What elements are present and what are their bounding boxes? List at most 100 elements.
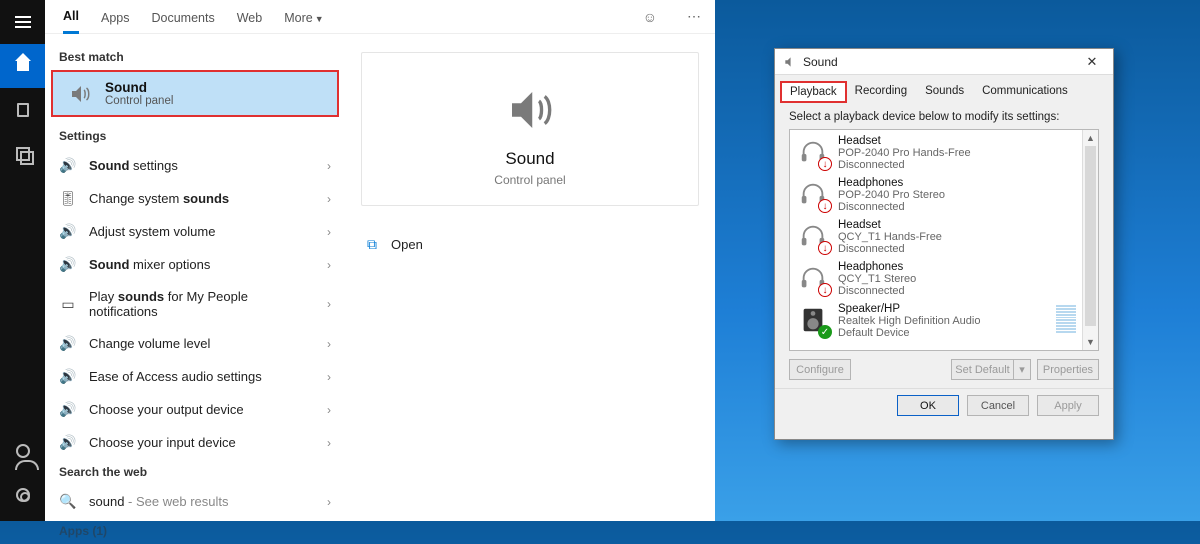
- setting-label: Change system sounds: [89, 191, 315, 206]
- setting-label: Choose your output device: [89, 402, 315, 417]
- scroll-down-icon[interactable]: ▼: [1083, 334, 1098, 350]
- tab-communications[interactable]: Communications: [973, 81, 1077, 101]
- preview-subtitle: Control panel: [372, 173, 688, 187]
- tab-playback[interactable]: Playback: [781, 82, 846, 102]
- chevron-right-icon: ›: [327, 159, 331, 173]
- best-match-result[interactable]: Sound Control panel: [51, 70, 339, 117]
- search-web-header: Search the web: [45, 459, 345, 485]
- result-preview: Sound Control panel ⧉ Open: [345, 34, 715, 544]
- down-arrow-icon: ↓: [818, 157, 832, 171]
- device-status: Disconnected: [838, 285, 916, 297]
- device-row[interactable]: ↓ Headphones QCY_T1 Stereo Disconnected: [792, 258, 1080, 300]
- open-icon: ⧉: [367, 236, 377, 253]
- settings-item[interactable]: 🔊 Choose your input device ›: [45, 426, 345, 459]
- sound-dialog: Sound ✕ Playback Recording Sounds Commun…: [774, 48, 1114, 440]
- settings-item[interactable]: 🔊 Change volume level ›: [45, 327, 345, 360]
- playback-device-list[interactable]: ↓ Headset POP-2040 Pro Hands-Free Discon…: [789, 129, 1099, 351]
- device-row[interactable]: ↓ Headset POP-2040 Pro Hands-Free Discon…: [792, 132, 1080, 174]
- search-icon: 🔍: [59, 493, 77, 510]
- chevron-right-icon: ›: [327, 495, 331, 509]
- device-row[interactable]: ↓ Headphones POP-2040 Pro Stereo Disconn…: [792, 174, 1080, 216]
- tab-documents[interactable]: Documents: [151, 1, 214, 33]
- home-icon[interactable]: [0, 44, 45, 88]
- open-action[interactable]: ⧉ Open: [361, 226, 699, 263]
- speaker-icon: [67, 81, 93, 107]
- level-meter: [1056, 303, 1076, 335]
- down-arrow-icon: ↓: [818, 283, 832, 297]
- settings-item[interactable]: 🎚 Change system sounds ›: [45, 182, 345, 215]
- apps-overlap-icon[interactable]: [0, 132, 45, 176]
- preview-card: Sound Control panel: [361, 52, 699, 206]
- settings-item[interactable]: ▭ Play sounds for My People notification…: [45, 281, 345, 327]
- more-options-icon[interactable]: ⋯: [683, 4, 705, 29]
- setting-icon: 🔊: [59, 401, 77, 418]
- settings-item[interactable]: 🔊 Choose your output device ›: [45, 393, 345, 426]
- settings-item[interactable]: 🔊 Adjust system volume ›: [45, 215, 345, 248]
- headset-icon: ↓: [796, 261, 830, 295]
- device-row[interactable]: ✓ Speaker/HP Realtek High Definition Aud…: [792, 300, 1080, 342]
- device-name: Headphones: [838, 261, 916, 273]
- speaker-icon: [783, 55, 797, 69]
- setting-icon: 🔊: [59, 157, 77, 174]
- close-icon[interactable]: ✕: [1077, 54, 1107, 70]
- check-icon: ✓: [818, 325, 832, 339]
- dialog-titlebar[interactable]: Sound ✕: [775, 49, 1113, 75]
- open-label: Open: [391, 237, 423, 252]
- headset-icon: ↓: [796, 177, 830, 211]
- device-status: Disconnected: [838, 243, 942, 255]
- set-default-button[interactable]: Set Default ▾: [951, 359, 1031, 380]
- search-filter-tabs: All Apps Documents Web More▼ ☺ ⋯: [45, 0, 715, 34]
- properties-button[interactable]: Properties: [1037, 359, 1099, 380]
- setting-label: Play sounds for My People notifications: [89, 289, 315, 319]
- setting-icon: 🔊: [59, 223, 77, 240]
- setting-label: Sound mixer options: [89, 257, 315, 272]
- setting-label: Adjust system volume: [89, 224, 315, 239]
- setting-icon: 🎚: [59, 190, 77, 207]
- user-icon[interactable]: [0, 429, 45, 473]
- setting-icon: 🔊: [59, 335, 77, 352]
- tab-more[interactable]: More▼: [284, 1, 323, 33]
- tab-web[interactable]: Web: [237, 1, 262, 33]
- hamburger-icon[interactable]: [0, 0, 45, 44]
- headset-icon: ↓: [796, 219, 830, 253]
- device-row[interactable]: ↓ Headset QCY_T1 Hands-Free Disconnected: [792, 216, 1080, 258]
- scroll-thumb[interactable]: [1085, 146, 1096, 326]
- configure-button[interactable]: Configure: [789, 359, 851, 380]
- settings-gear-icon[interactable]: [0, 473, 45, 517]
- cancel-button[interactable]: Cancel: [967, 395, 1029, 416]
- tab-apps[interactable]: Apps: [101, 1, 130, 33]
- scroll-up-icon[interactable]: ▲: [1083, 130, 1098, 146]
- device-status: Disconnected: [838, 201, 945, 213]
- document-icon[interactable]: [0, 88, 45, 132]
- setting-icon: 🔊: [59, 256, 77, 273]
- chevron-down-icon[interactable]: ▾: [1013, 359, 1031, 380]
- best-match-subtitle: Control panel: [105, 95, 173, 107]
- tab-sounds[interactable]: Sounds: [916, 81, 973, 101]
- windows-start-strip: [0, 0, 45, 521]
- setting-icon: 🔊: [59, 434, 77, 451]
- apply-button[interactable]: Apply: [1037, 395, 1099, 416]
- best-match-header: Best match: [45, 44, 345, 70]
- ok-button[interactable]: OK: [897, 395, 959, 416]
- chevron-right-icon: ›: [327, 370, 331, 384]
- device-desc: POP-2040 Pro Hands-Free: [838, 147, 971, 159]
- settings-item[interactable]: 🔊 Sound settings ›: [45, 149, 345, 182]
- preview-title: Sound: [372, 149, 688, 169]
- headset-icon: ↓: [796, 135, 830, 169]
- device-name: Headset: [838, 219, 942, 231]
- tab-recording[interactable]: Recording: [846, 81, 916, 101]
- tab-all[interactable]: All: [63, 0, 79, 34]
- settings-item[interactable]: 🔊 Sound mixer options ›: [45, 248, 345, 281]
- search-results-pane: All Apps Documents Web More▼ ☺ ⋯ Best ma…: [45, 0, 715, 521]
- scrollbar[interactable]: ▲ ▼: [1082, 130, 1098, 350]
- device-desc: QCY_T1 Hands-Free: [838, 231, 942, 243]
- web-search-row[interactable]: 🔍 sound - See web results ›: [45, 485, 345, 518]
- settings-item[interactable]: 🔊 Ease of Access audio settings ›: [45, 360, 345, 393]
- feedback-icon[interactable]: ☺: [639, 5, 661, 29]
- down-arrow-icon: ↓: [818, 199, 832, 213]
- device-desc: QCY_T1 Stereo: [838, 273, 916, 285]
- setting-icon: 🔊: [59, 368, 77, 385]
- results-list: Best match Sound Control panel Settings …: [45, 34, 345, 544]
- device-desc: POP-2040 Pro Stereo: [838, 189, 945, 201]
- device-desc: Realtek High Definition Audio: [838, 315, 980, 327]
